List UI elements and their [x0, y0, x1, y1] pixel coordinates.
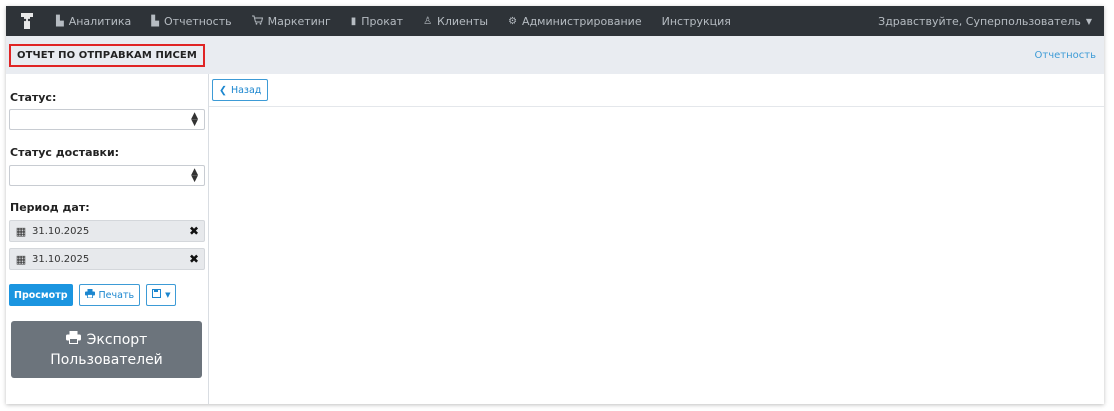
book-icon: ▮: [350, 15, 357, 27]
nav-item-analytics[interactable]: ▙ Аналитика: [46, 6, 141, 36]
clear-date-to-icon[interactable]: ✖: [184, 252, 204, 266]
date-from-field[interactable]: ▦ 31.10.2025 ✖: [9, 220, 205, 242]
status-label: Статус:: [10, 91, 57, 104]
nav-item-instruction[interactable]: Инструкция: [652, 6, 741, 36]
nav-item-rental[interactable]: ▮ Прокат: [341, 6, 413, 36]
clear-date-from-icon[interactable]: ✖: [184, 224, 204, 238]
action-buttons: Просмотр Печать ▼: [9, 284, 177, 306]
report-area: ❮ Назад: [209, 74, 1104, 404]
app-window: ▙ Аналитика ▙ Отчетность Маркетинг ▮ Про…: [6, 6, 1104, 404]
back-button[interactable]: ❮ Назад: [212, 79, 269, 101]
breadcrumb-reports[interactable]: Отчетность: [1035, 50, 1096, 61]
print-button[interactable]: Печать: [78, 284, 141, 306]
status-select[interactable]: ▲ ▼: [9, 109, 205, 130]
app-logo[interactable]: [14, 6, 40, 36]
caret-down-icon: ▼: [1085, 16, 1092, 26]
nav-item-administration[interactable]: ⚙ Администрирование: [498, 6, 652, 36]
date-from-value: 31.10.2025: [32, 225, 90, 237]
user-menu[interactable]: Здравствуйте, Суперпользователь ▼: [878, 15, 1104, 28]
page-content: Статус: ▲ ▼ Статус доставки: ▲ ▼ Период да…: [6, 74, 1104, 404]
top-navbar: ▙ Аналитика ▙ Отчетность Маркетинг ▮ Про…: [6, 6, 1104, 36]
bar-chart-icon: ▙: [151, 15, 159, 27]
date-to-value: 31.10.2025: [32, 253, 90, 265]
print-icon: [65, 330, 81, 350]
user-greeting: Здравствуйте, Суперпользователь: [878, 14, 1081, 28]
delivery-status-select[interactable]: ▲ ▼: [9, 165, 205, 186]
date-period-label: Период дат:: [10, 201, 90, 214]
report-toolbar: ❮ Назад: [209, 74, 1104, 107]
nav-item-clients[interactable]: ♙ Клиенты: [413, 6, 498, 36]
calendar-icon: ▦: [15, 252, 27, 266]
chevron-left-icon: ❮: [219, 84, 227, 96]
caret-down-icon: ▼: [165, 291, 171, 299]
save-dropdown-button[interactable]: ▼: [146, 284, 177, 306]
view-button[interactable]: Просмотр: [9, 284, 73, 306]
cart-icon: [251, 15, 263, 28]
cogs-icon: ⚙: [508, 15, 518, 27]
bar-chart-icon: ▙: [56, 15, 64, 27]
print-icon: [84, 289, 95, 301]
select-caret-icon: ▲ ▼: [191, 167, 198, 184]
export-users-button[interactable]: Экспорт Пользователей: [11, 321, 202, 378]
calendar-icon: ▦: [15, 224, 27, 238]
date-to-field[interactable]: ▦ 31.10.2025 ✖: [9, 248, 205, 270]
delivery-status-label: Статус доставки:: [10, 146, 120, 159]
floppy-disk-icon: [152, 289, 162, 301]
filter-sidebar: Статус: ▲ ▼ Статус доставки: ▲ ▼ Период да…: [6, 74, 209, 404]
nav-item-reports[interactable]: ▙ Отчетность: [141, 6, 241, 36]
page-header: ОТЧЕТ ПО ОТПРАВКАМ ПИСЕМ Отчетность: [6, 36, 1104, 74]
users-icon: ♙: [423, 15, 433, 27]
select-caret-icon: ▲ ▼: [191, 111, 198, 128]
page-title: ОТЧЕТ ПО ОТПРАВКАМ ПИСЕМ: [9, 43, 205, 67]
nav-item-marketing[interactable]: Маркетинг: [242, 6, 341, 36]
